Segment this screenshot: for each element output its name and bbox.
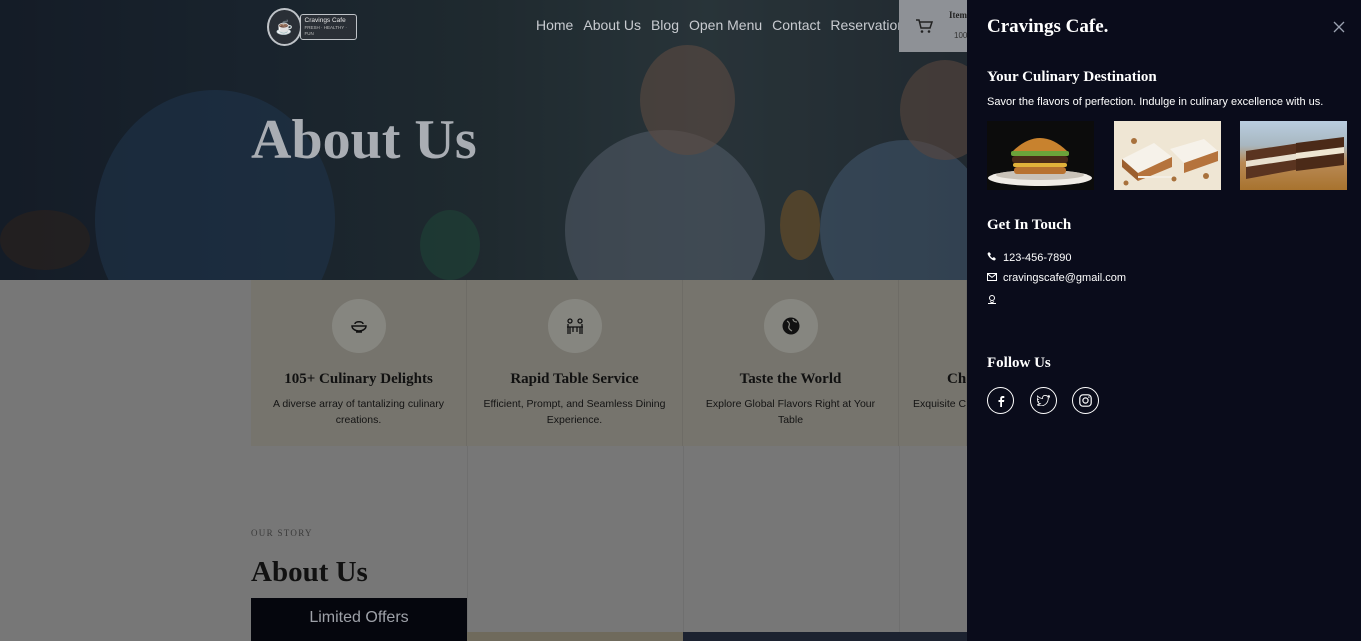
location-contact[interactable]: [987, 294, 997, 307]
feature-card: Ch Exquisite C: [899, 280, 967, 446]
panel-title: Cravings Cafe.: [987, 16, 1109, 37]
follow-heading: Follow Us: [987, 355, 1051, 371]
nav-reservation[interactable]: Reservation: [830, 17, 905, 33]
limited-offers-button[interactable]: Limited Offers: [251, 598, 467, 641]
burger-image: [987, 121, 1094, 190]
feature-text: Efficient, Prompt, and Seamless Dining E…: [483, 398, 666, 426]
email-address: cravingscafe@gmail.com: [1003, 272, 1127, 284]
nav-about-us[interactable]: About Us: [583, 17, 641, 33]
side-panel: Cravings Cafe. Your Culinary Destination…: [967, 0, 1361, 641]
site-logo[interactable]: ☕ Cravings Cafe FRESH · HEALTHY · FUN: [267, 8, 357, 46]
feature-card: Taste the World Explore Global Flavors R…: [683, 280, 899, 446]
location-pin-icon: [987, 294, 997, 307]
logo-tagline: FRESH · HEALTHY · FUN: [304, 25, 347, 36]
cart-label: Item: [949, 10, 967, 20]
section-title: About Us: [251, 556, 368, 588]
feature-text: Exquisite C: [913, 398, 967, 410]
feature-text: Explore Global Flavors Right at Your Tab…: [705, 398, 876, 426]
globe-icon: [763, 299, 818, 353]
cart-button[interactable]: Item 100: [899, 0, 967, 52]
chocolate-bar-image: [1240, 121, 1347, 190]
twitter-icon[interactable]: [1030, 387, 1057, 414]
features-row: 105+ Culinary Delights A diverse array o…: [251, 280, 967, 446]
logo-name: Cravings Cafe: [304, 17, 346, 24]
phone-number: 123-456-7890: [1003, 251, 1072, 264]
mail-icon: [987, 272, 997, 284]
dining-table-icon: [547, 299, 602, 353]
nav-home[interactable]: Home: [536, 17, 573, 33]
instagram-icon[interactable]: [1072, 387, 1099, 414]
close-icon[interactable]: [1333, 18, 1345, 36]
feature-title: Taste the World: [739, 371, 842, 387]
feature-title: 105+ Culinary Delights: [284, 371, 433, 387]
contact-heading: Get In Touch: [987, 217, 1072, 233]
destination-text: Savor the flavors of perfection. Indulge…: [987, 96, 1324, 108]
feature-card: 105+ Culinary Delights A diverse array o…: [251, 280, 467, 446]
nav-contact[interactable]: Contact: [772, 17, 820, 33]
phone-contact[interactable]: 123-456-7890: [987, 251, 1072, 264]
feature-title: Ch: [947, 371, 967, 387]
main-nav: Home About Us Blog Open Menu Contact Res…: [536, 17, 915, 33]
feature-title: Rapid Table Service: [510, 371, 639, 387]
coffee-cup-icon: ☕: [267, 8, 302, 46]
food-bowl-icon: [331, 299, 386, 353]
section-tag: OUR STORY: [251, 528, 313, 538]
facebook-icon[interactable]: [987, 387, 1014, 414]
phone-icon: [987, 251, 997, 264]
destination-heading: Your Culinary Destination: [987, 69, 1157, 85]
nav-blog[interactable]: Blog: [651, 17, 679, 33]
cart-icon: [915, 18, 934, 39]
cart-count: 100: [954, 31, 968, 40]
carrot-cake-image: [1114, 121, 1221, 190]
feature-card: Rapid Table Service Efficient, Prompt, a…: [467, 280, 683, 446]
hero-title: About Us: [251, 109, 477, 171]
email-contact[interactable]: cravingscafe@gmail.com: [987, 272, 1126, 284]
nav-open-menu[interactable]: Open Menu: [689, 17, 762, 33]
feature-text: A diverse array of tantalizing culinary …: [273, 398, 444, 426]
